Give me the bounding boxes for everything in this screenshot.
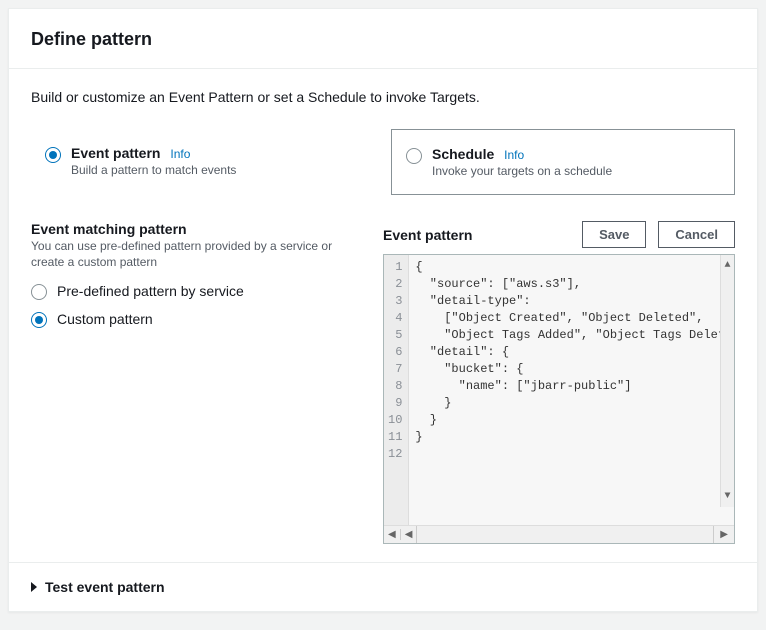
save-button[interactable]: Save xyxy=(582,221,646,248)
info-link-event-pattern[interactable]: Info xyxy=(170,147,190,161)
mode-schedule[interactable]: Schedule Info Invoke your targets on a s… xyxy=(391,129,735,195)
label-predefined: Pre-defined pattern by service xyxy=(57,283,244,299)
option-predefined[interactable]: Pre-defined pattern by service xyxy=(31,282,361,300)
scroll-right-icon[interactable]: ▶ xyxy=(714,529,734,540)
mode-event-pattern-desc: Build a pattern to match events xyxy=(71,163,236,177)
editor-title: Event pattern xyxy=(383,227,472,243)
test-event-pattern-toggle[interactable]: Test event pattern xyxy=(9,562,757,611)
vertical-scrollbar[interactable]: ▲ ▼ xyxy=(720,255,734,507)
scroll-left-start-icon[interactable]: ◀ xyxy=(384,529,400,540)
horizontal-scrollbar[interactable]: ◀ ◀ ▶ xyxy=(384,525,734,543)
matching-title: Event matching pattern xyxy=(31,221,361,237)
line-number-gutter: 123456789101112 xyxy=(384,255,409,525)
matching-pattern-section: Event matching pattern You can use pre-d… xyxy=(31,221,361,544)
radio-event-pattern[interactable] xyxy=(45,147,61,163)
info-link-schedule[interactable]: Info xyxy=(504,148,524,162)
mode-schedule-title: Schedule xyxy=(432,146,494,162)
event-pattern-editor-section: Event pattern Save Cancel 12345678910111… xyxy=(383,221,735,544)
mode-selector: Event pattern Info Build a pattern to ma… xyxy=(31,129,735,195)
option-custom[interactable]: Custom pattern xyxy=(31,310,361,328)
scroll-up-icon[interactable]: ▲ xyxy=(724,255,730,276)
panel-body: Build or customize an Event Pattern or s… xyxy=(9,69,757,562)
mode-schedule-desc: Invoke your targets on a schedule xyxy=(432,164,612,178)
h-scroll-track[interactable] xyxy=(416,526,714,543)
radio-schedule[interactable] xyxy=(406,148,422,164)
mode-event-pattern-title: Event pattern xyxy=(71,145,160,161)
radio-custom[interactable] xyxy=(31,312,47,328)
code-editor[interactable]: 123456789101112 { "source": ["aws.s3"], … xyxy=(383,254,735,544)
matching-sub: You can use pre-defined pattern provided… xyxy=(31,239,361,270)
caret-right-icon xyxy=(31,582,37,592)
lower-area: Event matching pattern You can use pre-d… xyxy=(31,221,735,544)
test-event-pattern-label: Test event pattern xyxy=(45,579,165,595)
define-pattern-panel: Define pattern Build or customize an Eve… xyxy=(8,8,758,612)
code-content[interactable]: { "source": ["aws.s3"], "detail-type": [… xyxy=(409,255,734,525)
scroll-down-icon[interactable]: ▼ xyxy=(724,486,730,507)
mode-event-pattern[interactable]: Event pattern Info Build a pattern to ma… xyxy=(31,129,373,195)
intro-text: Build or customize an Event Pattern or s… xyxy=(31,89,735,105)
label-custom: Custom pattern xyxy=(57,311,153,327)
cancel-button[interactable]: Cancel xyxy=(658,221,735,248)
page-title: Define pattern xyxy=(31,29,735,50)
panel-header: Define pattern xyxy=(9,9,757,69)
scroll-left-icon[interactable]: ◀ xyxy=(400,529,417,540)
radio-predefined[interactable] xyxy=(31,284,47,300)
